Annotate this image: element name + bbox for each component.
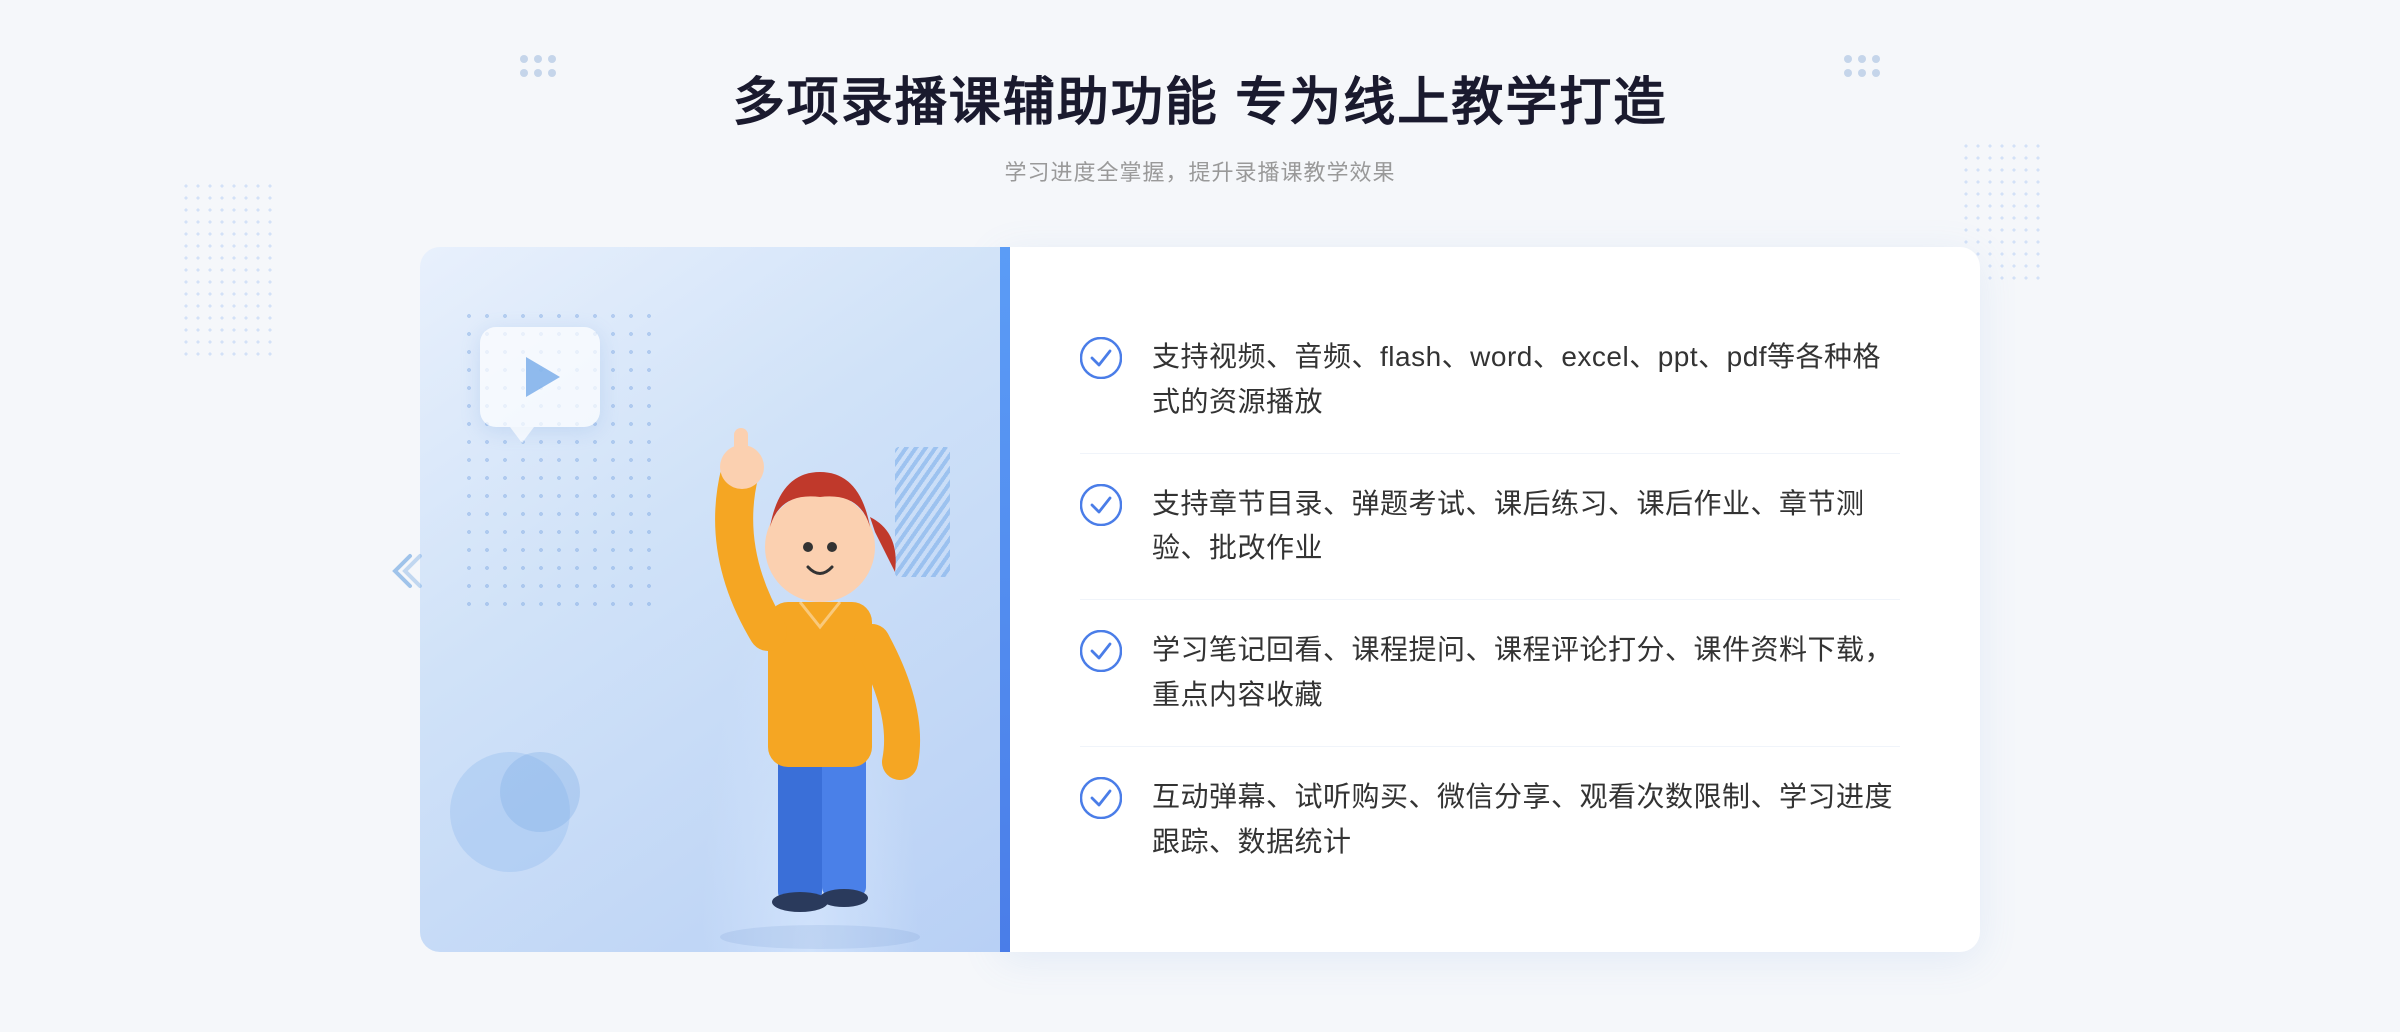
check-icon-1 [1080, 337, 1122, 379]
page-container: 多项录播课辅助功能 专为线上教学打造 学习进度全掌握，提升录播课教学效果 [0, 0, 2400, 1032]
dots-decoration-left [180, 180, 280, 360]
page-subtitle: 学习进度全掌握，提升录播课教学效果 [1004, 155, 1395, 187]
chevron-decoration [380, 546, 430, 601]
check-icon-4 [1080, 777, 1122, 819]
feature-text-2: 支持章节目录、弹题考试、课后练习、课后作业、章节测验、批改作业 [1152, 482, 1900, 572]
play-bubble [480, 327, 600, 427]
check-icon-3 [1080, 630, 1122, 672]
main-content: 支持视频、音频、flash、word、excel、ppt、pdf等各种格式的资源… [420, 247, 1980, 952]
content-panel: 支持视频、音频、flash、word、excel、ppt、pdf等各种格式的资源… [1000, 247, 1980, 952]
feature-item-4: 互动弹幕、试听购买、微信分享、观看次数限制、学习进度跟踪、数据统计 [1080, 747, 1900, 893]
circle-decoration-2 [500, 752, 580, 832]
feature-item-2: 支持章节目录、弹题考试、课后练习、课后作业、章节测验、批改作业 [1080, 454, 1900, 601]
person-figure [660, 372, 980, 952]
title-deco-dots-left [520, 55, 556, 77]
title-deco-dots-right [1844, 55, 1880, 77]
feature-item-3: 学习笔记回看、课程提问、课程评论打分、课件资料下载，重点内容收藏 [1080, 600, 1900, 747]
play-triangle-icon [526, 357, 560, 397]
title-section: 多项录播课辅助功能 专为线上教学打造 [733, 60, 1667, 135]
feature-text-1: 支持视频、音频、flash、word、excel、ppt、pdf等各种格式的资源… [1152, 335, 1900, 425]
feature-item-1: 支持视频、音频、flash、word、excel、ppt、pdf等各种格式的资源… [1080, 307, 1900, 454]
feature-text-3: 学习笔记回看、课程提问、课程评论打分、课件资料下载，重点内容收藏 [1152, 628, 1900, 718]
check-icon-2 [1080, 484, 1122, 526]
illustration-panel [420, 247, 1000, 952]
page-title: 多项录播课辅助功能 专为线上教学打造 [733, 60, 1667, 135]
feature-text-4: 互动弹幕、试听购买、微信分享、观看次数限制、学习进度跟踪、数据统计 [1152, 775, 1900, 865]
